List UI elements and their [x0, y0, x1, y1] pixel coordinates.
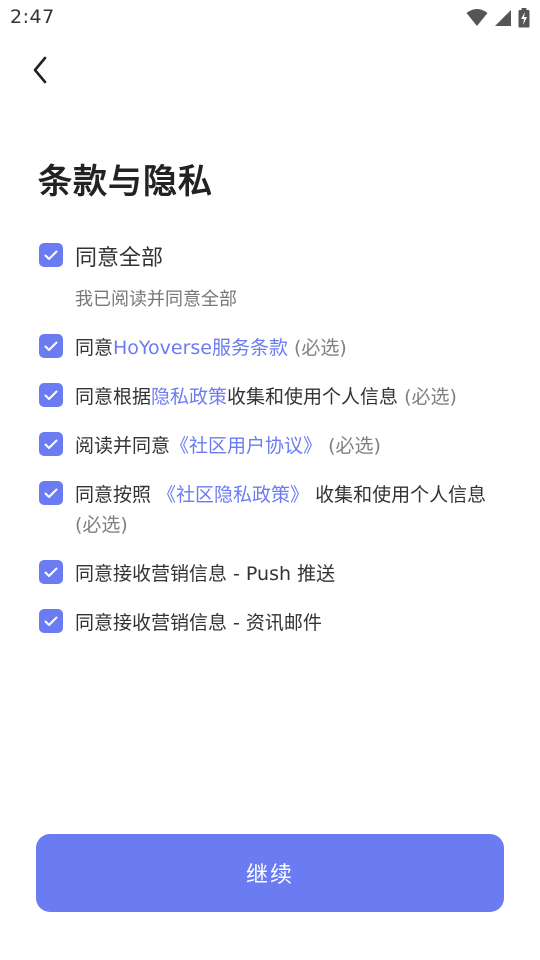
privacy-policy-checkbox[interactable]	[39, 383, 63, 407]
status-bar: 2:47	[0, 0, 540, 36]
required-tag: (必选)	[398, 386, 457, 408]
chevron-left-icon	[33, 56, 47, 84]
check-icon	[44, 439, 58, 449]
marketing-email-item: 同意接收营销信息 - 资讯邮件	[75, 612, 322, 634]
privacy-policy-link[interactable]: 隐私政策	[151, 386, 227, 408]
community-privacy-link[interactable]: 《社区隐私政策》	[151, 484, 315, 506]
community-agreement-link[interactable]: 《社区用户协议》	[170, 435, 322, 457]
select-all-subtext: 我已阅读并同意全部	[75, 289, 237, 310]
select-all-text: 同意全部	[75, 246, 164, 271]
privacy-policy-item: 同意根据隐私政策收集和使用个人信息 (必选)	[75, 382, 457, 412]
marketing-push-checkbox[interactable]	[39, 560, 63, 584]
check-icon	[44, 616, 58, 626]
item-suffix: 收集和使用个人信息	[315, 484, 487, 506]
status-time: 2:47	[10, 6, 55, 28]
community-privacy-checkbox[interactable]	[39, 481, 63, 505]
check-icon	[44, 488, 58, 498]
status-icons	[466, 8, 530, 28]
check-icon	[44, 250, 58, 260]
page-title: 条款与隐私	[38, 162, 213, 202]
item-suffix: 收集和使用个人信息	[227, 386, 399, 408]
check-icon	[44, 341, 58, 351]
continue-button[interactable]: 继续	[36, 834, 504, 912]
required-tag: (必选)	[322, 435, 381, 457]
item-prefix: 同意按照	[75, 484, 152, 506]
select-all-checkbox[interactable]	[39, 243, 63, 267]
terms-of-service-link[interactable]: HoYoverse服务条款	[113, 337, 288, 359]
marketing-push-item: 同意接收营销信息 - Push 推送	[75, 563, 336, 585]
battery-charging-icon	[518, 8, 530, 28]
back-button[interactable]	[22, 52, 58, 88]
cell-signal-icon	[495, 10, 511, 26]
wifi-icon	[466, 9, 488, 26]
community-agreement-checkbox[interactable]	[39, 432, 63, 456]
terms-of-service-checkbox[interactable]	[39, 334, 63, 358]
community-agreement-item: 阅读并同意《社区用户协议》 (必选)	[75, 431, 381, 461]
check-icon	[44, 390, 58, 400]
required-tag: (必选)	[287, 337, 347, 359]
terms-of-service-item: 同意HoYoverse服务条款 (必选)	[75, 333, 347, 363]
marketing-email-checkbox[interactable]	[39, 609, 63, 633]
item-prefix: 阅读并同意	[75, 435, 171, 457]
item-prefix: 同意根据	[75, 386, 152, 408]
item-prefix: 同意	[75, 337, 114, 359]
community-privacy-item: 同意按照 《社区隐私政策》 收集和使用个人信息 (必选)	[75, 480, 515, 540]
check-icon	[44, 567, 58, 577]
select-all-label[interactable]: 同意全部	[75, 244, 163, 274]
required-tag: (必选)	[75, 514, 128, 536]
